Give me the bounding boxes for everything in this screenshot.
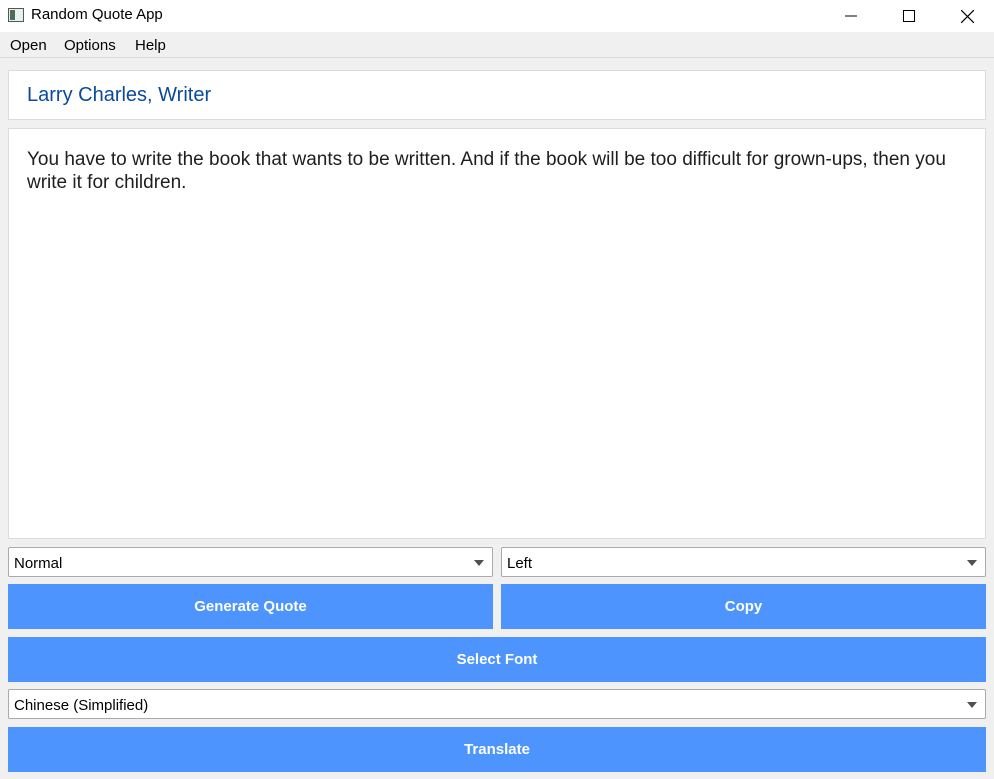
language-value: Chinese (Simplified) xyxy=(14,697,149,714)
maximize-button[interactable] xyxy=(880,0,938,32)
quote-panel[interactable]: You have to write the book that wants to… xyxy=(8,128,986,539)
alignment-value: Left xyxy=(507,555,533,572)
translate-button[interactable]: Translate xyxy=(8,727,986,772)
chevron-down-icon xyxy=(967,560,977,566)
close-icon xyxy=(960,9,974,23)
copy-button[interactable]: Copy xyxy=(501,584,986,629)
menu-item-options[interactable]: Options xyxy=(64,37,116,54)
quote-text: You have to write the book that wants to… xyxy=(27,149,946,193)
minimize-icon xyxy=(845,15,857,17)
font-style-value: Normal xyxy=(14,555,63,572)
chevron-down-icon xyxy=(967,702,977,708)
app-icon xyxy=(8,8,24,22)
chevron-down-icon xyxy=(474,560,484,566)
minimize-button[interactable] xyxy=(822,0,880,32)
title-bar: Random Quote App xyxy=(0,0,994,32)
alignment-select[interactable]: Left xyxy=(501,547,986,577)
select-font-button[interactable]: Select Font xyxy=(8,637,986,682)
quote-author: Larry Charles, Writer xyxy=(27,84,212,106)
language-select[interactable]: Chinese (Simplified) xyxy=(8,689,986,719)
author-panel: Larry Charles, Writer xyxy=(8,70,986,120)
font-style-select[interactable]: Normal xyxy=(8,547,493,577)
window-title: Random Quote App xyxy=(31,6,163,23)
menu-item-open[interactable]: Open xyxy=(10,37,47,54)
generate-quote-button[interactable]: Generate Quote xyxy=(8,584,493,629)
maximize-icon xyxy=(903,10,915,22)
menu-bar: Open Options Help xyxy=(0,32,994,58)
close-button[interactable] xyxy=(938,0,994,32)
menu-item-help[interactable]: Help xyxy=(135,37,166,54)
